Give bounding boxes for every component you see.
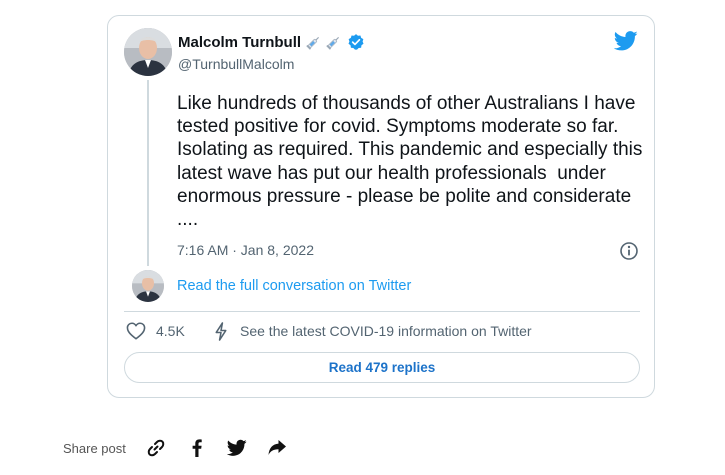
syringe-icon: [306, 36, 320, 50]
verified-badge-icon: [348, 34, 364, 50]
forward-icon[interactable]: [267, 438, 287, 458]
link-icon[interactable]: [146, 438, 166, 458]
covid-info-link[interactable]: See the latest COVID-19 information on T…: [240, 323, 532, 339]
author-handle[interactable]: @TurnbullMalcolm: [178, 56, 294, 72]
read-conversation-link[interactable]: Read the full conversation on Twitter: [177, 278, 411, 294]
info-icon[interactable]: [619, 241, 639, 261]
thread-line: [147, 80, 149, 266]
read-replies-button[interactable]: Read 479 replies: [124, 352, 640, 383]
author-avatar[interactable]: [124, 28, 172, 76]
reply-author-avatar[interactable]: [132, 270, 164, 302]
tweet-timestamp[interactable]: 7:16 AM · Jan 8, 2022: [177, 242, 314, 258]
share-post-label: Share post: [63, 441, 126, 456]
syringe-icon: [326, 36, 340, 50]
like-count[interactable]: 4.5K: [156, 323, 185, 339]
twitter-bird-icon[interactable]: [614, 31, 638, 51]
embedded-tweet-card: Malcolm Turnbull @TurnbullMalcolm Like h…: [107, 15, 655, 398]
facebook-icon[interactable]: [187, 438, 207, 458]
lightning-bolt-icon: [215, 322, 227, 341]
divider: [124, 311, 640, 312]
heart-icon[interactable]: [126, 322, 146, 340]
tweet-text: Like hundreds of thousands of other Aust…: [177, 93, 648, 231]
twitter-icon[interactable]: [227, 438, 247, 458]
author-badges: [305, 33, 365, 51]
author-name[interactable]: Malcolm Turnbull: [178, 34, 301, 51]
